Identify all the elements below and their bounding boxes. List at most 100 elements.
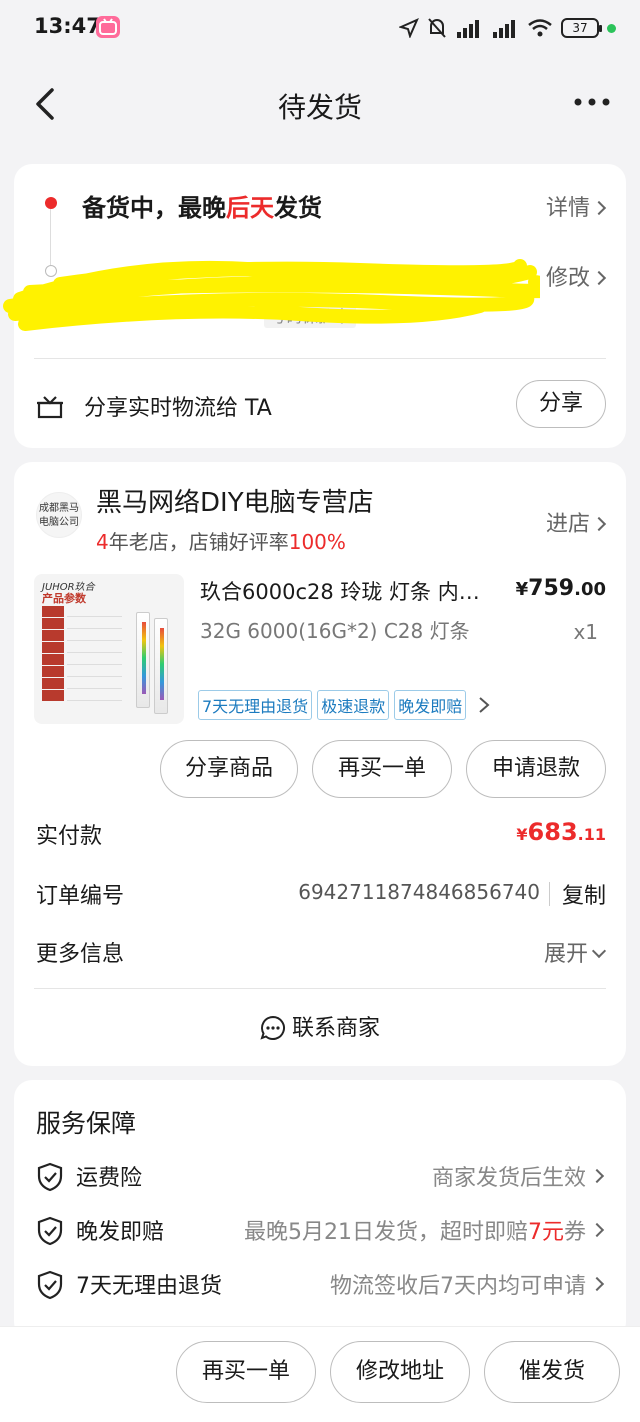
product-image[interactable]: JUHOR玖合 产品参数 — [34, 574, 184, 724]
nav-bar: 待发货 — [0, 68, 640, 138]
price-currency: ¥ — [515, 579, 529, 600]
divider — [34, 988, 606, 989]
refund-button[interactable]: 申请退款 — [466, 740, 606, 798]
signal-hd-icon-2 — [493, 20, 515, 38]
paid-amount: ¥683.11 — [516, 818, 606, 846]
paid-integer: 683 — [527, 818, 578, 846]
bottom-buy-again-button[interactable]: 再买一单 — [176, 1341, 316, 1403]
service-item-7day-return[interactable]: 7天无理由退货 物流签收后7天内均可申请 — [36, 1268, 605, 1302]
service-title: 服务保障 — [36, 1109, 137, 1138]
urge-shipping-button[interactable]: 催发货 — [484, 1341, 620, 1403]
bottom-action-bar: 再买一单 修改地址 催发货 — [0, 1326, 640, 1422]
chat-icon — [260, 1015, 285, 1040]
status-icons: 37 — [399, 16, 616, 40]
order-card: 成都黑马电脑公司 黑马网络DIY电脑专营店 4年老店，店铺好评率100% 进店 … — [14, 462, 626, 1066]
chevron-right-icon — [589, 1222, 605, 1238]
product-quantity: x1 — [573, 620, 598, 644]
price-integer: 759 — [528, 576, 575, 601]
status-dot — [45, 197, 57, 209]
expand-label: 展开 — [543, 942, 588, 967]
service-desc-highlight: 7元 — [527, 1220, 564, 1245]
location-icon — [399, 18, 419, 38]
chevron-right-icon — [591, 200, 607, 216]
mute-bell-icon — [428, 18, 446, 38]
chevron-right-icon — [589, 1276, 605, 1292]
status-title-suffix: 发货 — [274, 194, 322, 222]
service-desc: 物流签收后7天内均可申请 — [330, 1268, 586, 1300]
shop-years: 4 — [96, 530, 109, 554]
tag-late-compensation: 晚发即赔 — [394, 690, 467, 720]
status-time: 13:47 — [34, 14, 101, 38]
service-name: 7天无理由退货 — [76, 1274, 222, 1299]
copy-order-number-button[interactable]: 复制 — [562, 878, 606, 910]
chevron-right-icon — [479, 697, 490, 713]
service-desc-text: 物流签收后7天内均可申请 — [330, 1274, 586, 1299]
tag-fast-refund: 极速退款 — [317, 690, 390, 720]
modify-address-link[interactable]: 修改 — [545, 260, 607, 292]
enter-shop-link[interactable]: 进店 — [545, 506, 607, 538]
paid-decimal: .11 — [577, 825, 606, 844]
product-param-table — [42, 606, 122, 702]
service-item-freight-insurance[interactable]: 运费险 商家发货后生效 — [36, 1160, 605, 1194]
shop-rating-line: 4年老店，店铺好评率100% — [96, 526, 346, 555]
battery-icon: 37 — [561, 18, 602, 38]
service-desc: 商家发货后生效 — [432, 1160, 586, 1192]
shield-check-icon — [37, 1216, 63, 1246]
order-number: 6942711874846856740 — [298, 880, 540, 904]
product-spec: 32G 6000(16G*2) C28 灯条 — [200, 619, 470, 643]
chevron-right-icon — [589, 1168, 605, 1184]
service-guarantee-card: 服务保障 运费险 商家发货后生效 晚发即赔 最晚5月21日发货，超时即赔7元券 … — [14, 1080, 626, 1340]
service-desc-tail: 券 — [563, 1220, 586, 1245]
shop-rating-value: 100% — [288, 530, 346, 554]
bilibili-app-icon — [96, 16, 120, 38]
chevron-right-icon — [591, 270, 607, 286]
more-options-icon[interactable] — [574, 96, 610, 108]
paid-label: 实付款 — [36, 824, 103, 849]
gift-icon — [37, 396, 63, 419]
buy-again-button[interactable]: 再买一单 — [312, 740, 452, 798]
expand-more-info-button[interactable]: 展开 — [543, 936, 607, 968]
delivery-status-title: 备货中，最晚后天发货 — [82, 188, 322, 223]
divider — [549, 882, 550, 906]
paid-currency: ¥ — [516, 825, 528, 844]
share-logistics-button[interactable]: 分享 — [516, 380, 606, 428]
delivery-status-card: 备货中，最晚后天发货 详情 修改 号码保护中 分享实时物流给 TA 分享 — [3, 164, 626, 448]
signal-hd-icon — [457, 20, 479, 38]
status-title-prefix: 备货中，最晚 — [82, 194, 226, 222]
chevron-down-icon — [591, 943, 607, 959]
status-title-highlight: 后天 — [226, 194, 274, 222]
service-item-late-compensation[interactable]: 晚发即赔 最晚5月21日发货，超时即赔7元券 — [36, 1214, 605, 1248]
shop-logo[interactable]: 成都黑马电脑公司 — [36, 492, 82, 538]
chevron-right-icon — [591, 516, 607, 532]
shop-name[interactable]: 黑马网络DIY电脑专营店 — [96, 482, 374, 519]
shield-check-icon — [37, 1162, 63, 1192]
privacy-indicator-dot — [607, 23, 616, 33]
detail-link-label: 详情 — [545, 196, 590, 221]
page-title: 待发货 — [277, 91, 362, 124]
detail-link[interactable]: 详情 — [545, 190, 607, 222]
share-product-button[interactable]: 分享商品 — [160, 740, 298, 798]
product-title[interactable]: 玖合6000c28 玲珑 灯条 内存条 — [200, 576, 500, 606]
shop-rating-text: 年老店，店铺好评率 — [108, 530, 289, 554]
rgb-strip — [142, 622, 146, 694]
share-logistics-text: 分享实时物流给 TA — [84, 396, 272, 421]
product-price: ¥759.00 — [516, 576, 606, 601]
service-desc-text: 最晚5月21日发货，超时即赔 — [243, 1220, 528, 1245]
price-decimal: .00 — [574, 579, 606, 600]
contact-merchant-label: 联系商家 — [291, 1016, 380, 1041]
service-name: 晚发即赔 — [76, 1220, 165, 1245]
enter-shop-label: 进店 — [545, 512, 590, 537]
modify-link-label: 修改 — [545, 266, 590, 291]
order-number-label: 订单编号 — [36, 884, 125, 909]
wifi-icon — [528, 19, 552, 37]
service-desc: 最晚5月21日发货，超时即赔7元券 — [244, 1214, 586, 1246]
tag-return-7days: 7天无理由退货 — [198, 690, 313, 720]
contact-merchant-button[interactable]: 联系商家 — [14, 1010, 626, 1042]
status-bar: 13:47 37 — [0, 0, 640, 56]
service-desc-text: 商家发货后生效 — [431, 1166, 586, 1191]
service-tags[interactable]: 7天无理由退货 极速退款 晚发即赔 — [198, 690, 491, 720]
redaction-scribble — [3, 259, 540, 331]
service-name: 运费险 — [76, 1166, 143, 1191]
modify-address-button[interactable]: 修改地址 — [330, 1341, 470, 1403]
shield-check-icon — [37, 1270, 63, 1300]
